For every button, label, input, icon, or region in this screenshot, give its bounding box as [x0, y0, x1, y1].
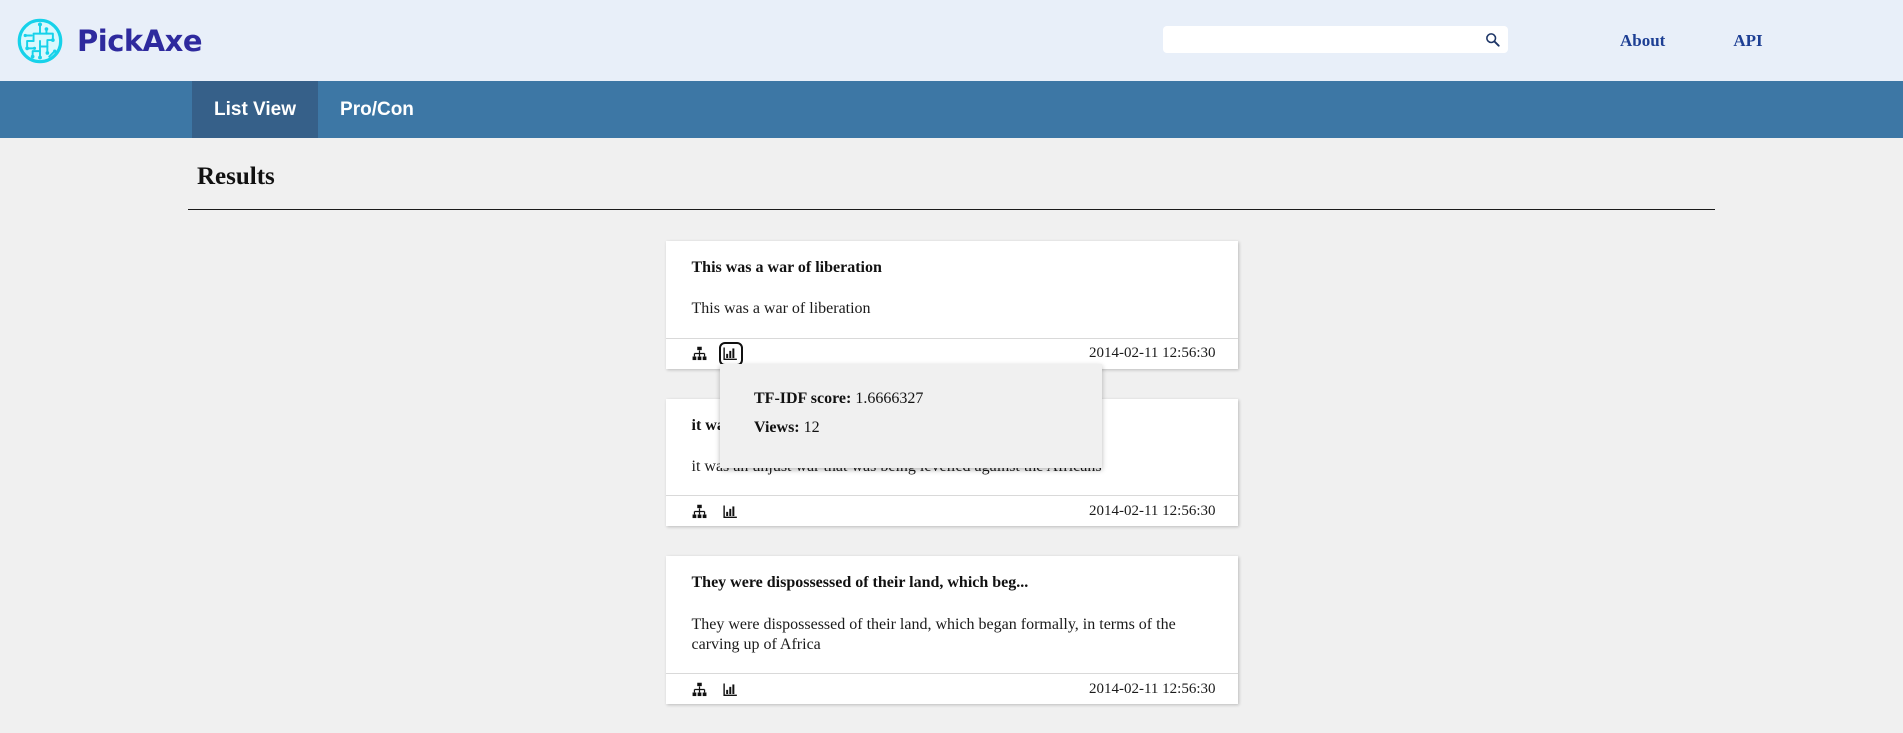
- result-date: 2014-02-11 12:56:30: [1088, 680, 1216, 697]
- result-card-body: This was a war of liberation This was a …: [666, 241, 1238, 338]
- result-actions: [692, 681, 739, 697]
- bar-chart-icon[interactable]: [723, 681, 739, 697]
- stats-tooltip: TF-IDF score: 1.6666327 Views: 12: [720, 364, 1102, 468]
- result-snippet: They were dispossessed of their land, wh…: [691, 615, 1176, 653]
- search-input[interactable]: [1163, 26, 1508, 53]
- brand-name: PickAxe: [77, 23, 203, 58]
- sitemap-icon[interactable]: [692, 503, 708, 519]
- result-card-footer: 2014-02-11 12:56:30: [665, 495, 1238, 526]
- results-header: Results: [188, 138, 1715, 210]
- tab-list-view[interactable]: List View: [192, 81, 319, 138]
- result-date: 2014-02-11 12:56:30: [1088, 345, 1216, 362]
- views-label: Views:: [754, 419, 800, 436]
- result-title: This was a war of liberation: [691, 259, 882, 276]
- result-snippet: This was a war of liberation: [691, 300, 871, 318]
- tfidf-label: TF-IDF score:: [754, 390, 852, 407]
- bar-chart-icon[interactable]: [723, 503, 739, 519]
- bar-chart-icon[interactable]: [718, 341, 743, 366]
- tab-pro-con[interactable]: Pro/Con: [318, 81, 436, 138]
- result-date: 2014-02-11 12:56:30: [1088, 502, 1216, 519]
- brand[interactable]: PickAxe: [17, 18, 203, 64]
- tfidf-value: 1.6666327: [855, 390, 924, 407]
- result-actions: [692, 503, 739, 519]
- nav-link-api[interactable]: API: [1733, 31, 1762, 51]
- views-value: 12: [803, 419, 820, 436]
- tooltip-tfidf-row: TF-IDF score: 1.6666327: [754, 390, 1102, 408]
- result-card-body: They were dispossessed of their land, wh…: [666, 556, 1238, 673]
- result-actions: [692, 341, 743, 366]
- tooltip-views-row: Views: 12: [754, 419, 1102, 437]
- result-card[interactable]: This was a war of liberation This was a …: [665, 241, 1238, 369]
- result-card[interactable]: They were dispossessed of their land, wh…: [665, 556, 1238, 705]
- view-tabbar: List View Pro/Con: [0, 81, 1903, 138]
- nav-link-about[interactable]: About: [1620, 31, 1665, 51]
- page-title: Results: [197, 163, 275, 190]
- circuit-brain-logo-icon: [17, 18, 63, 64]
- app-header: PickAxe About API: [0, 0, 1903, 81]
- header-nav: About API: [1620, 0, 1763, 81]
- result-card-footer: 2014-02-11 12:56:30: [665, 673, 1238, 704]
- search-box[interactable]: [1163, 26, 1508, 53]
- sitemap-icon[interactable]: [692, 346, 708, 362]
- sitemap-icon[interactable]: [692, 681, 708, 697]
- result-title: They were dispossessed of their land, wh…: [691, 574, 1029, 592]
